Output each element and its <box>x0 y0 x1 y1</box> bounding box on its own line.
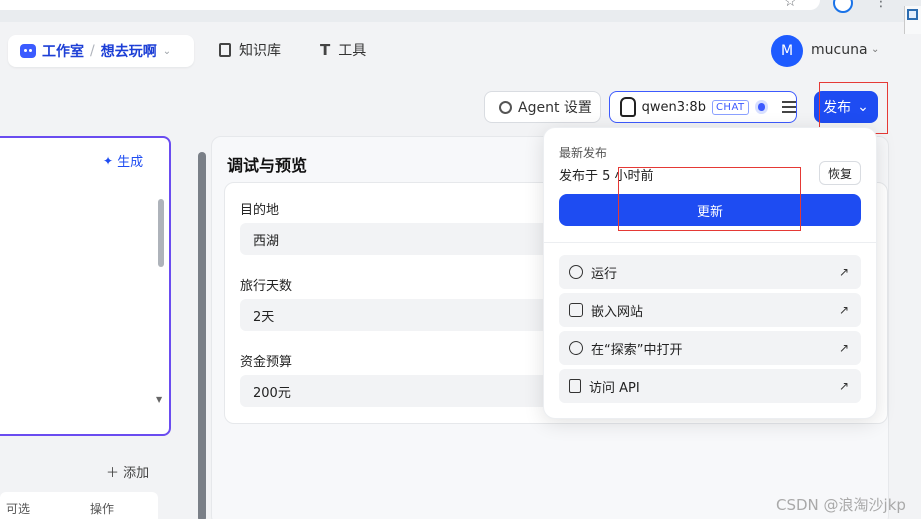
model-name: qwen3:8b <box>641 99 706 115</box>
menu-item-explore[interactable]: 在“探索”中打开 ↗ <box>559 331 861 365</box>
menu-item-api-label: 访问 API <box>589 380 640 396</box>
breadcrumb-app-name[interactable]: 想去玩啊 <box>101 41 157 61</box>
panel-resize-handle[interactable] <box>198 152 206 519</box>
external-arrow-icon: ↗ <box>838 303 849 317</box>
document-icon <box>569 379 581 393</box>
scroll-down-arrow-icon[interactable]: ▼ <box>156 395 162 404</box>
menu-item-run-label: 运行 <box>591 266 618 282</box>
nav-tools[interactable]: T 工具 <box>320 40 366 60</box>
extension-icon[interactable] <box>904 6 921 34</box>
chevron-down-icon[interactable]: ⌄ <box>163 46 171 57</box>
bookmark-star-icon[interactable]: ☆ <box>784 0 802 12</box>
breadcrumb-studio[interactable]: 工作室 <box>42 41 84 61</box>
watermark: CSDN @浪淘沙jkp <box>776 496 906 514</box>
variable-table-header: 可选 操作 <box>0 492 158 519</box>
add-label: 添加 <box>123 466 150 481</box>
sparkle-icon: ✦ <box>103 153 114 168</box>
menu-item-explore-label: 在“探索”中打开 <box>591 342 683 358</box>
menu-item-embed-label: 嵌入网站 <box>591 304 644 320</box>
add-variable-button[interactable]: ＋ 添加 <box>106 462 149 481</box>
menu-item-api[interactable]: 访问 API ↗ <box>559 369 861 403</box>
breadcrumb-separator: / <box>90 43 95 59</box>
generate-button[interactable]: ✦ 生成 <box>103 151 144 171</box>
chat-badge: CHAT <box>711 99 749 115</box>
model-selector[interactable]: qwen3:8b CHAT <box>609 91 797 123</box>
debug-preview-title: 调试与预览 <box>227 156 308 175</box>
eye-icon <box>754 100 769 114</box>
nav-knowledge-base[interactable]: 知识库 <box>219 40 281 60</box>
column-actions: 操作 <box>90 502 115 516</box>
nav-tools-label: 工具 <box>338 43 367 59</box>
agent-settings-label: Agent 设置 <box>518 100 592 116</box>
latest-release-label: 最新发布 <box>559 146 608 160</box>
username[interactable]: mucuna <box>811 42 868 58</box>
divider <box>543 242 877 243</box>
restore-button[interactable]: 恢复 <box>819 161 861 185</box>
play-icon <box>569 265 583 279</box>
menu-item-run[interactable]: 运行 ↗ <box>559 255 861 289</box>
sliders-icon[interactable] <box>782 101 796 113</box>
menu-item-embed[interactable]: 嵌入网站 ↗ <box>559 293 861 327</box>
bot-icon <box>20 44 36 58</box>
column-optional: 可选 <box>6 502 31 516</box>
browser-menu-icon[interactable]: ⋮ <box>874 0 888 10</box>
avatar[interactable]: M <box>771 35 803 67</box>
prompt-editor-card[interactable] <box>0 136 171 436</box>
tool-icon: T <box>320 41 331 59</box>
address-bar[interactable] <box>0 0 820 10</box>
external-arrow-icon: ↗ <box>838 379 849 393</box>
field-label-days: 旅行天数 <box>240 279 293 294</box>
embed-icon <box>569 303 583 317</box>
nav-knowledge-base-label: 知识库 <box>239 43 281 59</box>
breadcrumb[interactable]: 工作室 / 想去玩啊 ⌄ <box>8 35 194 67</box>
external-arrow-icon: ↗ <box>838 341 849 355</box>
scrollbar-thumb[interactable] <box>158 199 164 267</box>
generate-label: 生成 <box>117 155 144 170</box>
external-arrow-icon: ↗ <box>838 265 849 279</box>
gear-icon <box>499 100 512 114</box>
chevron-down-icon[interactable]: ⌄ <box>871 44 879 55</box>
budget-input[interactable]: 200元 <box>240 375 560 407</box>
explore-icon <box>566 338 586 358</box>
annotation-box <box>618 167 801 231</box>
book-icon <box>219 43 231 57</box>
destination-input[interactable]: 西湖 <box>240 223 560 255</box>
field-label-destination: 目的地 <box>240 203 280 218</box>
agent-settings-button[interactable]: Agent 设置 <box>484 91 601 123</box>
llama-icon <box>620 97 636 117</box>
field-label-budget: 资金预算 <box>240 355 293 370</box>
days-input[interactable]: 2天 <box>240 299 560 331</box>
